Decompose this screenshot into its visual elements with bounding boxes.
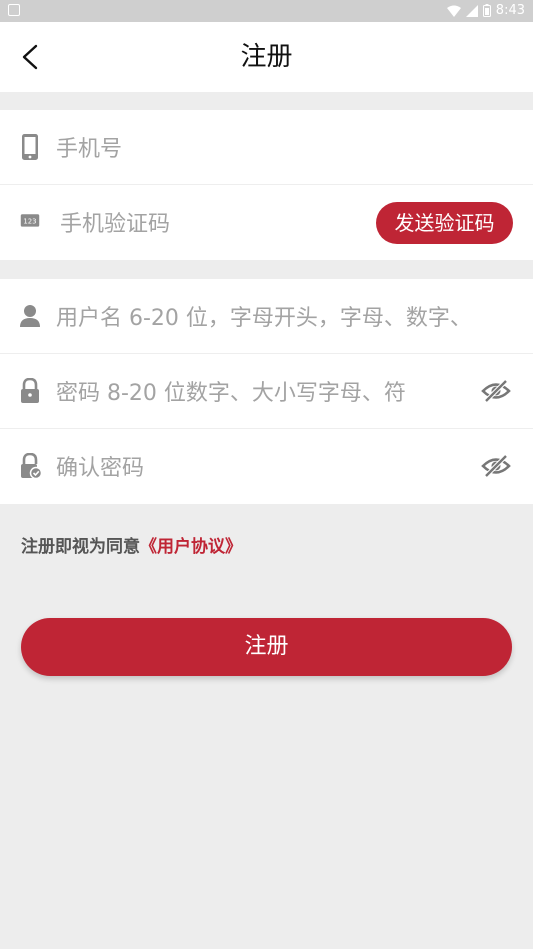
wifi-icon (446, 5, 461, 17)
password-row (0, 354, 533, 429)
account-group (0, 279, 533, 504)
keypad-123-icon: 123 (20, 214, 40, 227)
user-icon (20, 305, 40, 327)
confirm-password-row (0, 429, 533, 504)
phone-input[interactable] (54, 128, 498, 170)
send-code-button[interactable]: 发送验证码 (376, 202, 513, 244)
phone-group: 123 发送验证码 (0, 110, 533, 260)
status-icons: 8:43 (446, 3, 525, 18)
status-bar: 8:43 (0, 0, 533, 22)
header-bar: 注册 (0, 22, 533, 92)
phone-row (0, 110, 533, 185)
username-row (0, 279, 533, 354)
password-input[interactable] (54, 372, 443, 414)
confirm-password-input[interactable] (54, 447, 443, 489)
status-time: 8:43 (495, 3, 525, 18)
notification-icon (8, 4, 20, 16)
user-agreement-link[interactable]: 《用户协议》 (140, 537, 242, 557)
register-button[interactable]: 注册 (21, 618, 512, 676)
agreement-prefix: 注册即视为同意 (21, 537, 140, 557)
page-title: 注册 (240, 42, 293, 72)
eye-off-icon[interactable] (481, 453, 511, 479)
signal-icon (465, 4, 478, 17)
agreement-text: 注册即视为同意《用户协议》 (21, 532, 242, 557)
eye-off-icon[interactable] (481, 378, 511, 404)
verify-code-row: 123 发送验证码 (0, 185, 533, 260)
lock-check-icon (21, 453, 42, 479)
username-input[interactable] (54, 297, 520, 339)
verify-code-input[interactable] (58, 203, 362, 245)
svg-text:123: 123 (23, 218, 36, 226)
phone-icon (22, 134, 38, 160)
battery-icon (482, 4, 491, 17)
lock-icon (21, 378, 39, 403)
